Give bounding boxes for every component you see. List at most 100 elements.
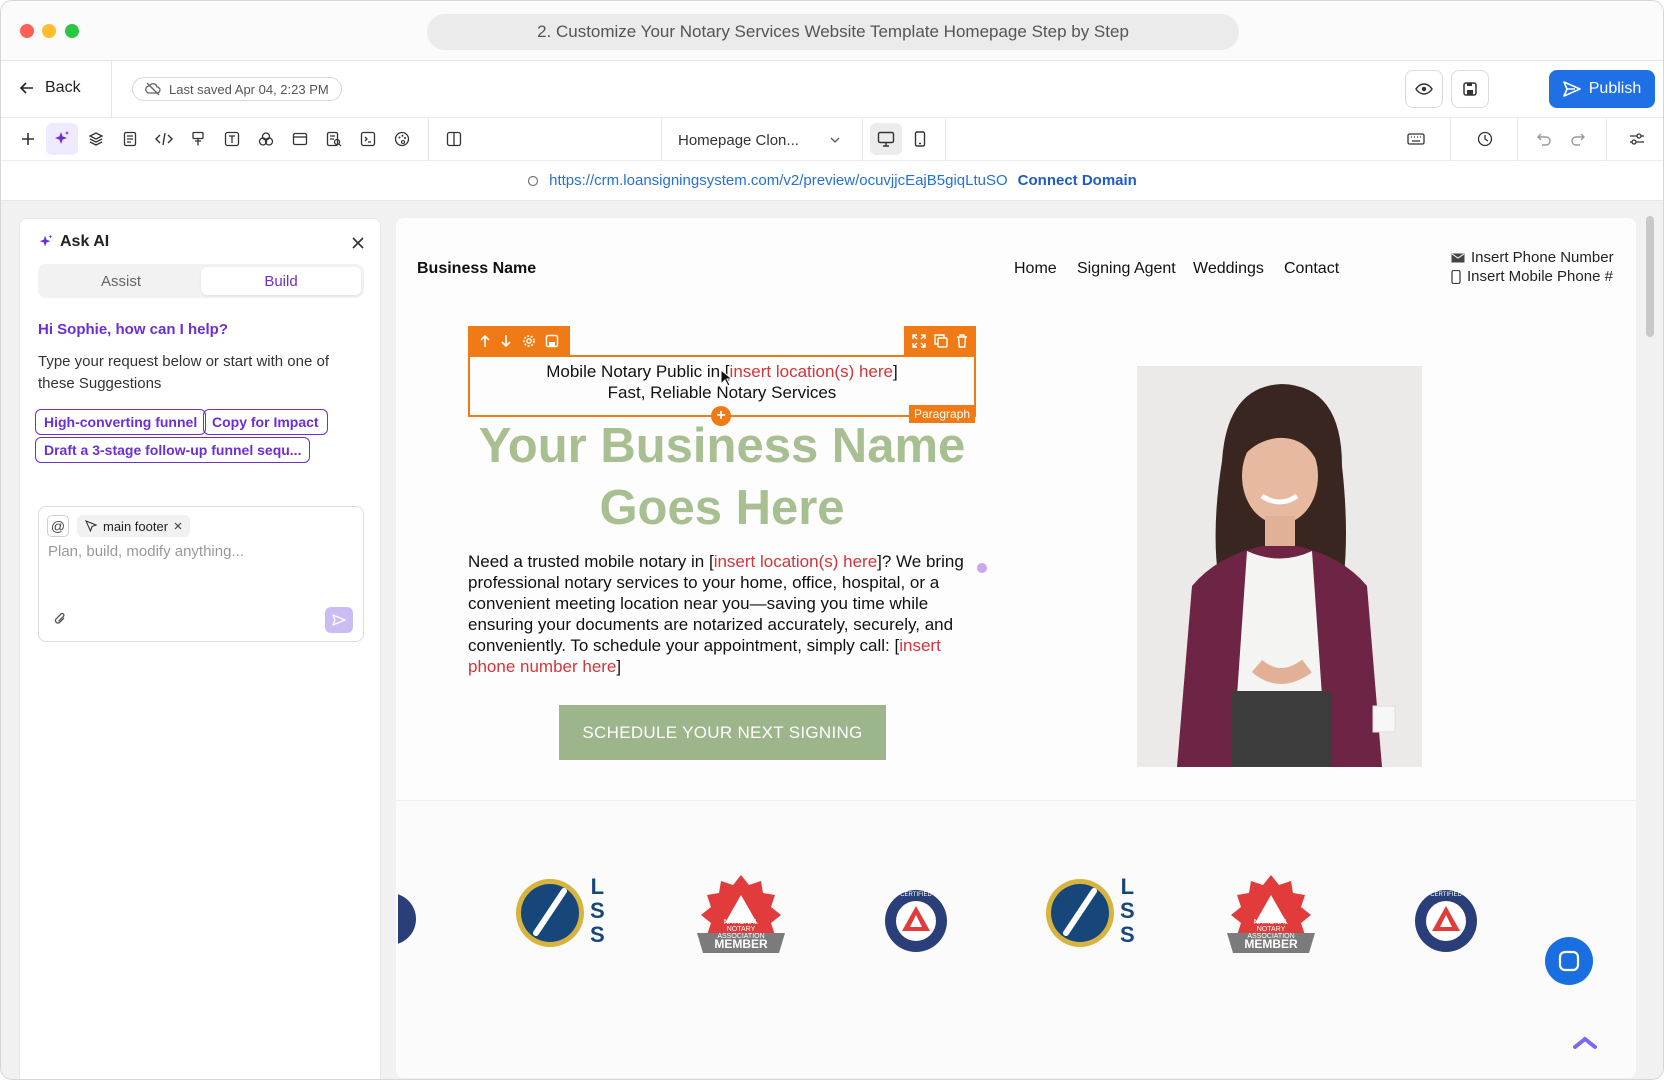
remove-icon[interactable] — [174, 522, 182, 530]
sliders-icon — [1630, 133, 1644, 145]
hero-body-text[interactable]: Need a trusted mobile notary in [insert … — [468, 551, 980, 677]
theme-tool[interactable] — [386, 123, 418, 155]
nav-contact[interactable]: Contact — [1284, 260, 1339, 278]
heading-line-2: Goes Here — [599, 481, 845, 535]
context-chip-label: main footer — [103, 518, 169, 534]
cloud-off-icon — [145, 82, 161, 96]
prompt-composer[interactable]: @ main footer Plan, build, modify anythi… — [38, 506, 364, 642]
page-icon — [123, 131, 137, 147]
keyboard-shortcuts-button[interactable] — [1400, 123, 1432, 155]
circle-status-icon — [528, 175, 539, 186]
arrow-down-icon[interactable] — [500, 334, 512, 348]
send-icon — [332, 614, 346, 626]
pages-tool[interactable] — [114, 123, 146, 155]
nav-home[interactable]: Home — [1014, 260, 1057, 278]
business-name-heading[interactable]: Your Business Name Goes Here — [468, 415, 976, 539]
resize-handle[interactable] — [977, 563, 987, 573]
code-tool[interactable] — [148, 123, 180, 155]
expand-icon[interactable] — [912, 334, 926, 348]
page-select-value: Homepage Clon... — [678, 131, 799, 149]
add-element-tool[interactable] — [12, 123, 44, 155]
lss-letter: S — [1120, 922, 1135, 947]
arrow-up-icon[interactable] — [479, 334, 491, 348]
mobile-view-button[interactable] — [904, 123, 936, 155]
forms-tool[interactable] — [318, 123, 350, 155]
tab-assist[interactable]: Assist — [41, 267, 201, 295]
attach-button[interactable] — [53, 611, 67, 632]
notary-portrait-image[interactable] — [1137, 366, 1422, 767]
preview-url-link[interactable]: https://crm.loansigningsystem.com/v2/pre… — [549, 172, 1008, 189]
badge-partial — [398, 894, 416, 944]
styles-tool[interactable] — [182, 123, 214, 155]
nna-member-badge: NATIONAL NOTARY ASSOCIATION MEMBER — [1221, 871, 1321, 961]
shapes-tool[interactable] — [250, 123, 282, 155]
minimize-window-button[interactable] — [42, 24, 56, 38]
page-canvas[interactable]: Business Name Home Signing Agent Wedding… — [396, 218, 1636, 1078]
close-panel-button[interactable] — [352, 233, 364, 254]
back-button[interactable]: Back — [19, 79, 81, 97]
history-icon — [1477, 131, 1493, 147]
gear-icon[interactable] — [522, 334, 536, 348]
mouse-cursor-icon — [720, 369, 732, 387]
tab-build[interactable]: Build — [201, 267, 361, 295]
nna-member-text: MEMBER — [1244, 937, 1298, 951]
zoom-window-button[interactable] — [65, 24, 79, 38]
lss-letter: L — [590, 874, 605, 899]
window-title: 2. Customize Your Notary Services Websit… — [427, 14, 1239, 50]
ai-tool[interactable] — [46, 123, 78, 155]
save-button[interactable] — [1451, 70, 1489, 108]
certified-agent-badge: CERTIFIED — [1414, 889, 1478, 953]
title-bar: 2. Customize Your Notary Services Websit… — [1, 1, 1663, 61]
publish-button[interactable]: Publish — [1549, 70, 1655, 108]
suggestion-chip[interactable]: Copy for Impact — [203, 409, 328, 435]
nna-member-text: MEMBER — [714, 937, 768, 951]
palette-icon — [394, 131, 410, 147]
mode-tabs: Assist Build — [38, 264, 364, 298]
redo-button[interactable] — [1562, 123, 1594, 155]
duplicate-icon[interactable] — [934, 334, 948, 348]
lss-letter: L — [1120, 874, 1135, 899]
suggestion-chip[interactable]: High-converting funnel — [35, 409, 207, 435]
editor-topbar: Back Last saved Apr 04, 2:23 PM Publish — [1, 61, 1663, 118]
mobile-icon — [914, 131, 926, 147]
last-saved-text: Last saved Apr 04, 2:23 PM — [169, 81, 329, 97]
canvas-scrollbar[interactable] — [1646, 216, 1654, 337]
preview-button[interactable] — [1405, 70, 1443, 108]
terminal-tool[interactable] — [352, 123, 384, 155]
prompt-input[interactable]: Plan, build, modify anything... — [48, 543, 244, 560]
trash-icon[interactable] — [956, 334, 968, 348]
history-button[interactable] — [1469, 123, 1501, 155]
schedule-signing-button[interactable]: SCHEDULE YOUR NEXT SIGNING — [559, 705, 886, 760]
site-brand[interactable]: Business Name — [417, 260, 536, 278]
ask-ai-panel: Ask AI Assist Build Hi Sophie, how can I… — [19, 218, 381, 1079]
layers-icon — [88, 132, 104, 146]
send-button[interactable] — [325, 607, 353, 633]
layers-tool[interactable] — [80, 123, 112, 155]
page-select[interactable]: Homepage Clon... — [664, 124, 854, 156]
nav-weddings[interactable]: Weddings — [1193, 260, 1264, 278]
close-window-button[interactable] — [20, 24, 34, 38]
save-icon[interactable] — [545, 334, 559, 348]
split-view-tool[interactable] — [438, 123, 470, 155]
settings-button[interactable] — [1621, 123, 1653, 155]
envelope-icon — [1451, 253, 1465, 262]
mention-button[interactable]: @ — [47, 515, 69, 537]
suggestion-chip[interactable]: Draft a 3-stage follow-up funnel sequ... — [35, 437, 311, 463]
section-tool[interactable] — [284, 123, 316, 155]
plus-icon — [22, 133, 34, 145]
header-contacts[interactable]: Insert Phone Number Insert Mobile Phone … — [1451, 248, 1614, 286]
connect-domain-link[interactable]: Connect Domain — [1018, 172, 1137, 189]
workspace: Ask AI Assist Build Hi Sophie, how can I… — [1, 201, 1663, 1079]
mobile-phone-icon — [1451, 269, 1461, 284]
undo-button[interactable] — [1528, 123, 1560, 155]
chat-widget-button[interactable] — [1545, 937, 1593, 985]
form-icon — [326, 131, 342, 147]
context-chip[interactable]: main footer — [77, 515, 191, 537]
sparkle-icon — [39, 234, 53, 247]
nav-signing-agent[interactable]: Signing Agent — [1077, 260, 1176, 278]
paragraph-text: Mobile Notary Public in [ — [546, 362, 730, 381]
desktop-view-button[interactable] — [870, 123, 902, 155]
text-tool[interactable] — [216, 123, 248, 155]
shapes-icon — [258, 132, 274, 146]
placeholder-location: insert location(s) here — [729, 362, 894, 381]
